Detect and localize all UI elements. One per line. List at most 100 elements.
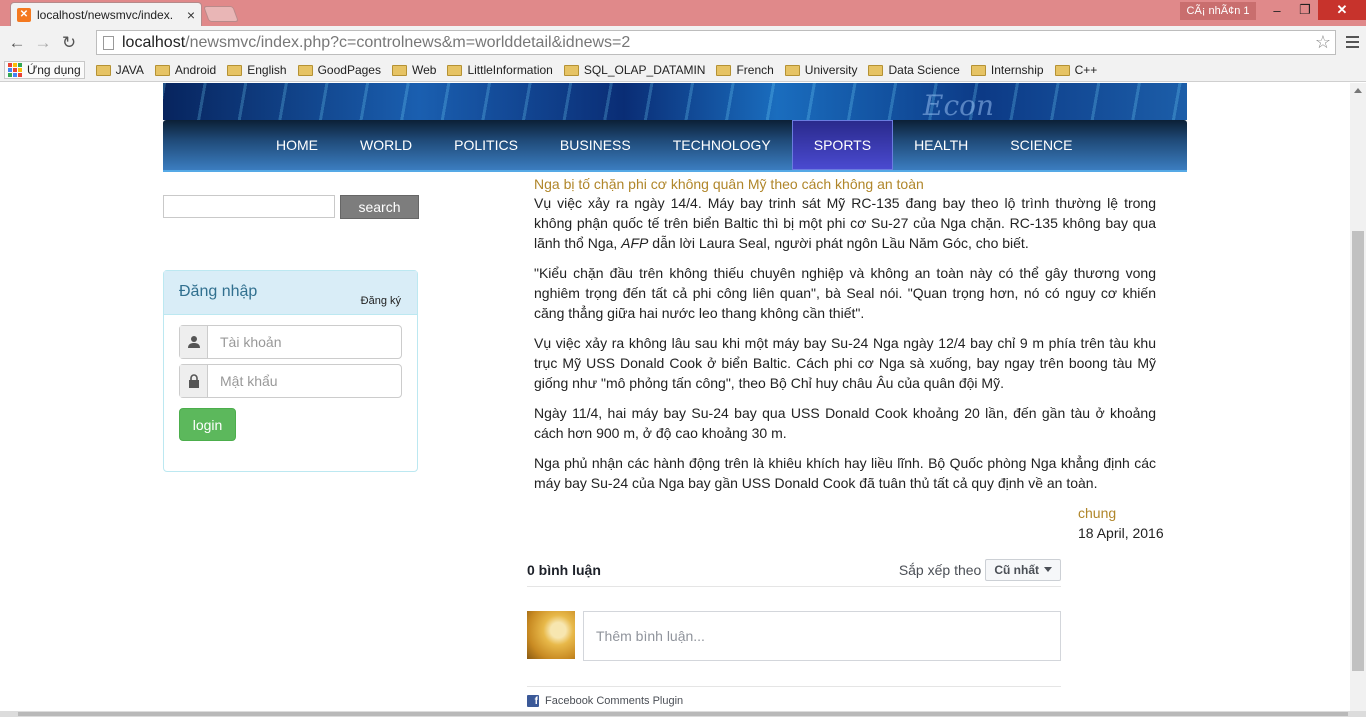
sort-value: Cũ nhất bbox=[994, 562, 1039, 577]
url-host: localhost bbox=[122, 33, 186, 51]
article-paragraph: Ngày 11/4, hai máy bay Su-24 bay qua USS… bbox=[534, 405, 1156, 441]
bookmark-folder[interactable]: French bbox=[716, 63, 774, 77]
bookmark-folder[interactable]: JAVA bbox=[95, 63, 144, 77]
facebook-plugin-link[interactable]: Facebook Comments Plugin bbox=[545, 695, 683, 707]
browser-menu-icon[interactable] bbox=[1342, 30, 1362, 54]
folder-icon bbox=[227, 64, 243, 76]
article: Nga bị tố chặn phi cơ không quân Mỹ theo… bbox=[534, 175, 1156, 503]
scrollbar-thumb[interactable] bbox=[1352, 231, 1364, 671]
folder-icon bbox=[563, 64, 579, 76]
profile-button[interactable]: CÃ¡ nhÃ¢n 1 bbox=[1180, 2, 1256, 20]
bookmark-label: Data Science bbox=[888, 63, 960, 77]
page-viewport: Econ HOME WORLD POLITICS BUSINESS TECHNO… bbox=[0, 83, 1350, 711]
close-tab-icon[interactable]: × bbox=[187, 7, 195, 23]
sort-dropdown[interactable]: Cũ nhất bbox=[985, 558, 1061, 581]
banner-text: Econ bbox=[923, 89, 995, 120]
new-tab-button[interactable] bbox=[203, 6, 239, 22]
article-paragraph: "Kiểu chặn đầu trên không thiếu chuyên n… bbox=[534, 265, 1156, 321]
article-title[interactable]: Nga bị tố chặn phi cơ không quân Mỹ theo… bbox=[534, 175, 1156, 193]
bookmark-label: Internship bbox=[990, 63, 1044, 77]
menu-science[interactable]: SCIENCE bbox=[989, 120, 1093, 170]
folder-icon bbox=[716, 64, 732, 76]
minimize-window-icon[interactable]: ‒ bbox=[1262, 0, 1292, 20]
horizontal-scrollbar-thumb[interactable] bbox=[18, 712, 1348, 716]
page-icon bbox=[103, 35, 114, 50]
facebook-icon: f bbox=[527, 695, 539, 707]
bookmark-label: French bbox=[736, 63, 774, 77]
menu-business[interactable]: BUSINESS bbox=[539, 120, 652, 170]
bookmark-folder[interactable]: SQL_OLAP_DATAMIN bbox=[563, 63, 706, 77]
chevron-down-icon bbox=[1044, 567, 1052, 572]
bookmark-label: SQL_OLAP_DATAMIN bbox=[583, 63, 706, 77]
scroll-up-icon[interactable] bbox=[1354, 88, 1362, 93]
avatar bbox=[527, 611, 575, 659]
bookmark-folder[interactable]: Web bbox=[391, 63, 437, 77]
folder-icon bbox=[154, 64, 170, 76]
menu-health[interactable]: HEALTH bbox=[893, 120, 989, 170]
article-paragraph: Nga phủ nhận các hành động trên là khiêu… bbox=[534, 455, 1156, 491]
bookmark-label: JAVA bbox=[115, 63, 144, 77]
folder-icon bbox=[868, 64, 884, 76]
search-button[interactable]: search bbox=[340, 195, 419, 219]
article-date: 18 April, 2016 bbox=[1078, 525, 1164, 541]
bookmark-label: GoodPages bbox=[317, 63, 381, 77]
article-text: dẫn lời Laura Seal, người phát ngôn Lầu … bbox=[648, 235, 1029, 251]
vertical-scrollbar[interactable] bbox=[1350, 83, 1366, 711]
username-input[interactable] bbox=[208, 326, 401, 358]
sort-control: Sắp xếp theo Cũ nhất bbox=[899, 558, 1061, 581]
folder-icon bbox=[1054, 64, 1070, 76]
tab-title: localhost/newsmvc/index. bbox=[37, 7, 174, 22]
comment-input[interactable]: Thêm bình luận... bbox=[583, 611, 1061, 661]
register-link[interactable]: Đăng ký bbox=[361, 295, 401, 307]
horizontal-scrollbar[interactable] bbox=[0, 711, 1366, 717]
login-title: Đăng nhập bbox=[179, 283, 258, 300]
folder-icon bbox=[297, 64, 313, 76]
search-input[interactable] bbox=[163, 195, 335, 218]
menu-home[interactable]: HOME bbox=[255, 120, 339, 170]
reload-icon[interactable]: ↻ bbox=[56, 30, 82, 56]
browser-titlebar: ✕ localhost/newsmvc/index. × CÃ¡ nhÃ¢n 1… bbox=[0, 0, 1366, 26]
bookmark-folder[interactable]: English bbox=[227, 63, 287, 77]
maximize-window-icon[interactable]: ❐ bbox=[1292, 0, 1318, 20]
password-input[interactable] bbox=[208, 365, 401, 397]
bookmark-label: C++ bbox=[1074, 63, 1098, 77]
password-field bbox=[179, 364, 402, 398]
comments-footer: f Facebook Comments Plugin bbox=[527, 686, 1061, 707]
main-menu: HOME WORLD POLITICS BUSINESS TECHNOLOGY … bbox=[163, 120, 1187, 172]
folder-icon bbox=[970, 64, 986, 76]
url-path: /newsmvc/index.php?c=controlnews&m=world… bbox=[185, 33, 631, 51]
folder-icon bbox=[447, 64, 463, 76]
menu-politics[interactable]: POLITICS bbox=[433, 120, 539, 170]
article-paragraph: Vụ việc xảy ra không lâu sau khi một máy… bbox=[534, 335, 1156, 391]
bookmark-folder[interactable]: University bbox=[784, 63, 857, 77]
bookmark-folder[interactable]: C++ bbox=[1054, 63, 1098, 77]
folder-icon bbox=[391, 64, 407, 76]
bookmark-star-icon[interactable]: ☆ bbox=[1315, 32, 1331, 53]
bookmark-label: Ứng dụng bbox=[27, 63, 81, 77]
close-window-icon[interactable]: ✕ bbox=[1318, 0, 1366, 20]
bookmark-folder[interactable]: GoodPages bbox=[297, 63, 381, 77]
bookmark-label: Android bbox=[174, 63, 217, 77]
article-paragraph: Vụ việc xảy ra ngày 14/4. Máy bay trinh … bbox=[534, 193, 1156, 253]
bookmark-label: LittleInformation bbox=[467, 63, 553, 77]
bookmark-folder[interactable]: Android bbox=[154, 63, 217, 77]
site-banner: Econ bbox=[163, 83, 1187, 120]
browser-tab[interactable]: ✕ localhost/newsmvc/index. × bbox=[10, 2, 202, 26]
article-author: chung bbox=[1078, 505, 1117, 521]
menu-technology[interactable]: TECHNOLOGY bbox=[652, 120, 792, 170]
xampp-favicon-icon: ✕ bbox=[17, 7, 31, 22]
bookmark-folder[interactable]: LittleInformation bbox=[447, 63, 553, 77]
bookmark-folder[interactable]: Internship bbox=[970, 63, 1044, 77]
menu-sports[interactable]: SPORTS bbox=[791, 120, 894, 170]
address-bar[interactable]: localhost/newsmvc/index.php?c=controlnew… bbox=[96, 30, 1336, 55]
folder-icon bbox=[95, 64, 111, 76]
bookmark-folder[interactable]: Data Science bbox=[868, 63, 960, 77]
forward-arrow-icon[interactable]: → bbox=[30, 30, 56, 56]
login-button[interactable]: login bbox=[179, 408, 236, 441]
bookmark-label: Web bbox=[411, 63, 437, 77]
login-panel: Đăng nhập Đăng ký login bbox=[163, 270, 418, 472]
back-arrow-icon[interactable]: ← bbox=[4, 30, 30, 56]
facebook-comments: 0 bình luận Sắp xếp theo Cũ nhất Thêm bì… bbox=[527, 553, 1061, 707]
bookmark-apps[interactable]: Ứng dụng bbox=[4, 61, 85, 79]
menu-world[interactable]: WORLD bbox=[339, 120, 433, 170]
